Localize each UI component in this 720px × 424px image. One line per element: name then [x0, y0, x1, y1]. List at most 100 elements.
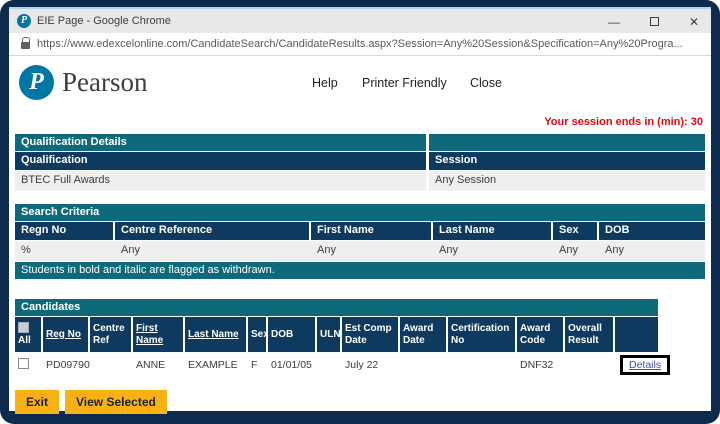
regn-no-column-header: Regn No [15, 222, 115, 240]
pearson-logo-icon: P [19, 65, 54, 100]
first-name-sort-link[interactable]: First Name [136, 323, 180, 347]
sex-column-header: Sex [553, 222, 599, 240]
page-header: P Pearson Help Printer Friendly Close [15, 60, 705, 112]
sex-column-header: Sex [248, 317, 268, 352]
candidate-certification-no [448, 363, 517, 367]
url-text[interactable]: https://www.edexcelonline.com/CandidateS… [37, 38, 683, 50]
pearson-logo: P Pearson [19, 65, 147, 100]
candidate-overall-result [565, 363, 615, 367]
candidate-details-cell: Details [615, 353, 658, 377]
session-timeout-notice: Your session ends in (min): 30 [15, 116, 703, 128]
last-name-value: Any [433, 241, 553, 261]
search-criteria-table: Search Criteria Regn No Centre Reference… [15, 204, 705, 279]
qualification-value: BTEC Full Awards [15, 171, 426, 191]
candidate-award-code: DNF32 [517, 357, 565, 373]
exit-button[interactable]: Exit [15, 390, 59, 414]
padlock-icon [21, 42, 30, 49]
dob-value: Any [599, 241, 705, 261]
overall-result-label: Overall Result [568, 323, 610, 347]
search-criteria-columns-row: Regn No Centre Reference First Name Last… [15, 222, 705, 240]
sex-label: Sex [251, 329, 263, 341]
qualification-details-table: Qualification Details Qualification Sess… [15, 134, 705, 191]
est-comp-date-label: Est Comp Date [345, 323, 395, 347]
sex-value: Any [553, 241, 599, 261]
dob-column-header: DOB [268, 317, 317, 352]
candidate-sex: F [248, 357, 268, 373]
reg-no-column-header: Reg No [43, 317, 90, 352]
minimize-icon[interactable]: — [607, 15, 621, 29]
select-all-label: All [18, 335, 38, 347]
session-column-header: Session [429, 152, 705, 170]
pearson-wordmark: Pearson [62, 67, 147, 98]
first-name-column-header: First Name [133, 317, 185, 352]
browser-window: P EIE Page - Google Chrome — ✕ https://w… [9, 7, 711, 411]
reg-no-sort-link[interactable]: Reg No [46, 329, 85, 341]
window-title: EIE Page - Google Chrome [37, 15, 171, 27]
candidate-centre-ref [90, 363, 133, 367]
last-name-sort-link[interactable]: Last Name [188, 329, 243, 341]
centre-ref-column-header: Centre Ref [90, 317, 133, 352]
qualification-details-title-spacer [429, 134, 705, 151]
last-name-column-header: Last Name [185, 317, 248, 352]
first-name-column-header: First Name [311, 222, 433, 240]
search-criteria-values-row: % Any Any Any Any Any [15, 241, 705, 261]
details-highlight-box: Details [620, 355, 670, 375]
candidate-select-cell [15, 356, 43, 374]
candidate-last-name: EXAMPLE [185, 357, 248, 373]
uln-label: ULN [320, 329, 337, 341]
candidates-table: Candidates All Reg No Centre Ref First N… [15, 299, 658, 378]
qualification-columns-row: Qualification Session [15, 152, 705, 170]
page-content: P Pearson Help Printer Friendly Close Yo… [9, 56, 711, 414]
details-column-header [615, 317, 658, 352]
candidate-checkbox[interactable] [18, 358, 29, 369]
pearson-favicon-icon: P [17, 14, 31, 28]
withdrawn-note: Students in bold and italic are flagged … [15, 262, 705, 279]
details-link[interactable]: Details [629, 359, 661, 371]
certification-no-label: Certification No [451, 323, 512, 347]
certification-no-column-header: Certification No [448, 317, 517, 352]
qualification-values-row: BTEC Full Awards Any Session [15, 171, 705, 191]
centre-ref-label: Centre Ref [93, 323, 128, 347]
candidate-reg-no: PD09790 [43, 357, 90, 373]
search-criteria-title: Search Criteria [15, 204, 705, 221]
uln-column-header: ULN [317, 317, 342, 352]
view-selected-button[interactable]: View Selected [65, 390, 167, 414]
session-value: Any Session [429, 171, 705, 191]
first-name-value: Any [311, 241, 433, 261]
close-link[interactable]: Close [470, 76, 502, 90]
candidate-est-comp-date: July 22 [342, 357, 400, 373]
candidates-columns-row: All Reg No Centre Ref First Name Last Na… [15, 317, 658, 352]
candidates-title: Candidates [15, 299, 658, 316]
help-link[interactable]: Help [312, 76, 338, 90]
dob-label: DOB [271, 329, 312, 341]
window-controls: — ✕ [607, 9, 701, 35]
decorative-frame: P EIE Page - Google Chrome — ✕ https://w… [0, 0, 720, 424]
select-all-checkbox[interactable] [18, 322, 29, 333]
candidate-award-date [400, 363, 448, 367]
qualification-details-header: Qualification Details [15, 134, 705, 151]
candidate-uln [317, 363, 342, 367]
close-icon[interactable]: ✕ [687, 15, 701, 29]
title-bar: P EIE Page - Google Chrome — ✕ [9, 7, 711, 33]
address-bar[interactable]: https://www.edexcelonline.com/CandidateS… [9, 33, 711, 56]
qualification-column-header: Qualification [15, 152, 426, 170]
award-code-column-header: Award Code [517, 317, 565, 352]
last-name-column-header: Last Name [433, 222, 553, 240]
action-buttons: Exit View Selected [15, 390, 705, 414]
printer-friendly-link[interactable]: Printer Friendly [362, 76, 447, 90]
regn-no-value: % [15, 241, 115, 261]
select-all-column-header: All [15, 317, 43, 352]
centre-reference-column-header: Centre Reference [115, 222, 311, 240]
maximize-icon[interactable] [647, 15, 661, 29]
qualification-details-title: Qualification Details [15, 134, 426, 151]
candidate-row: PD09790 ANNE EXAMPLE F 01/01/05 July 22 … [15, 352, 658, 378]
centre-reference-value: Any [115, 241, 311, 261]
candidate-dob: 01/01/05 [268, 357, 317, 373]
overall-result-column-header: Overall Result [565, 317, 615, 352]
award-date-label: Award Date [403, 323, 443, 347]
dob-column-header: DOB [599, 222, 705, 240]
award-date-column-header: Award Date [400, 317, 448, 352]
candidate-first-name: ANNE [133, 357, 185, 373]
est-comp-date-column-header: Est Comp Date [342, 317, 400, 352]
award-code-label: Award Code [520, 323, 560, 347]
